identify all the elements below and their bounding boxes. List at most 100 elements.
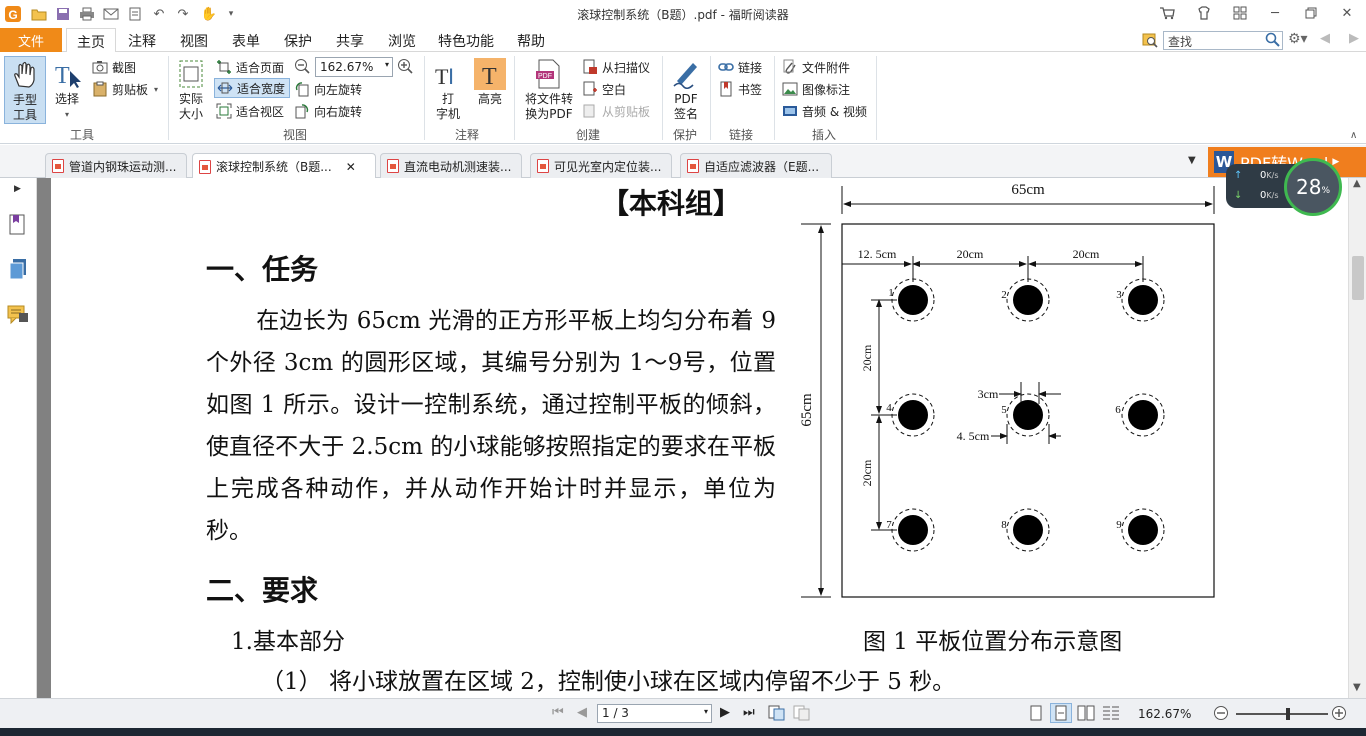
fit-width-button[interactable]: 适合宽度 — [214, 78, 291, 98]
bookmark-panel-icon[interactable] — [8, 214, 28, 239]
document-tab-active[interactable]: 滚球控制系统（B题... ✕ — [192, 153, 376, 179]
skin-icon[interactable] — [1193, 3, 1215, 23]
apps-grid-icon[interactable] — [1229, 3, 1251, 23]
zoom-select[interactable]: 162.67% ▾ — [315, 57, 393, 77]
next-view-icon[interactable] — [793, 705, 811, 724]
rotate-left-button[interactable]: 向左旋转 — [294, 79, 362, 99]
tab-close-icon[interactable]: ✕ — [346, 160, 356, 174]
zoom-slider-thumb[interactable] — [1286, 708, 1290, 720]
hand-tool-button[interactable]: 手型 工具 — [4, 56, 46, 124]
menu-comment[interactable]: 注释 — [128, 31, 156, 51]
menu-form[interactable]: 表单 — [232, 31, 260, 51]
zoom-out-icon[interactable] — [294, 58, 310, 77]
page-number-input[interactable]: 1 / 3 ▾ — [597, 704, 712, 723]
document-tab[interactable]: 管道内钢珠运动测... — [45, 153, 187, 178]
menu-browse[interactable]: 浏览 — [388, 31, 416, 51]
menu-home[interactable]: 主页 — [66, 28, 116, 53]
taskbar-strip — [0, 728, 1366, 736]
pages-panel-icon[interactable] — [8, 258, 28, 283]
document-tab[interactable]: 可见光室内定位装... — [530, 153, 672, 178]
settings-gear-icon[interactable]: ⚙▾ — [1288, 31, 1308, 47]
nav-forward-icon[interactable]: ▶ — [1349, 31, 1359, 46]
page-dropdown-icon[interactable]: ▾ — [704, 707, 708, 716]
highlight-button[interactable]: T 高亮 — [472, 58, 508, 107]
facing-view-icon[interactable] — [1077, 705, 1095, 724]
insert-group-label: 插入 — [812, 128, 837, 142]
clipboard-button[interactable]: 剪贴板 ▾ — [92, 79, 158, 99]
nav-back-icon[interactable]: ◀ — [1320, 31, 1330, 46]
audio-video-button[interactable]: 音频 & 视频 — [782, 101, 867, 121]
section-requirements-title: 二、要求 — [206, 574, 319, 607]
page-number-value: 1 / 3 — [602, 706, 629, 720]
minimize-button[interactable]: ─ — [1264, 3, 1286, 23]
memory-usage-circle[interactable]: 28% — [1284, 158, 1342, 216]
first-page-icon[interactable]: ⏮ — [552, 705, 564, 720]
comments-panel-icon[interactable] — [7, 304, 29, 329]
search-icon[interactable] — [1265, 32, 1281, 51]
blank-page-button[interactable]: 空白 — [582, 79, 626, 99]
zoom-slider[interactable] — [1236, 708, 1328, 720]
network-speed-widget[interactable]: ↑ 0K/s ↓ 0K/s 28% — [1226, 158, 1344, 216]
select-tool-button[interactable]: T 选择 ▾ — [50, 58, 84, 122]
bookmark-button[interactable]: 书签 — [718, 79, 762, 99]
panel-expand-icon[interactable]: ▶ — [14, 184, 21, 194]
region-9: 9 — [1116, 508, 1165, 552]
continuous-facing-view-icon[interactable] — [1102, 705, 1120, 724]
tab-list-dropdown-icon[interactable]: ▼ — [1188, 155, 1196, 166]
search-scope-icon[interactable] — [1142, 32, 1158, 51]
region-number: 4 — [886, 402, 892, 414]
region-6: 6 — [1115, 393, 1165, 437]
scroll-down-icon[interactable]: ▼ — [1353, 682, 1361, 693]
menu-view[interactable]: 视图 — [180, 31, 208, 51]
protect-group-label: 保护 — [673, 128, 698, 142]
next-page-icon[interactable]: ▶ — [720, 705, 730, 720]
menu-protect[interactable]: 保护 — [284, 31, 312, 51]
status-zoom-in-icon[interactable] — [1331, 705, 1347, 724]
status-zoom-out-icon[interactable] — [1213, 705, 1229, 724]
ribbon-collapse-icon[interactable]: ∧ — [1350, 130, 1357, 141]
snapshot-button[interactable]: 截图 — [92, 57, 136, 77]
panel-splitter[interactable] — [37, 178, 51, 698]
previous-view-icon[interactable] — [768, 705, 786, 724]
clipboard-dropdown-icon[interactable]: ▾ — [154, 85, 158, 94]
image-icon — [782, 81, 798, 97]
link-button[interactable]: 链接 — [718, 57, 762, 77]
close-button[interactable]: ✕ — [1336, 3, 1358, 23]
document-tab[interactable]: 直流电动机测速装... — [380, 153, 522, 178]
pdf-file-icon — [537, 159, 549, 173]
last-page-icon[interactable]: ⏭ — [743, 705, 755, 720]
menu-share[interactable]: 共享 — [336, 31, 364, 51]
scroll-up-icon[interactable]: ▲ — [1353, 178, 1361, 189]
vertical-scrollbar[interactable]: ▲ ▼ — [1348, 178, 1366, 698]
fit-visible-button[interactable]: 适合视区 — [216, 101, 284, 121]
file-attachment-button[interactable]: 文件附件 — [782, 57, 850, 77]
scroll-thumb[interactable] — [1352, 256, 1364, 300]
document-tab[interactable]: 自适应滤波器（E题... — [680, 153, 832, 178]
rotate-right-button[interactable]: 向右旋转 — [294, 101, 362, 121]
single-page-view-icon[interactable] — [1028, 705, 1044, 724]
zoom-dropdown-icon[interactable]: ▾ — [385, 60, 389, 69]
pdf-file-icon — [52, 159, 64, 173]
select-dropdown-icon[interactable]: ▾ — [50, 107, 84, 122]
ribbon-separator — [662, 56, 663, 140]
restore-button[interactable] — [1300, 3, 1322, 23]
convert-to-pdf-button[interactable]: PDF 将文件转 换为PDF — [520, 58, 578, 122]
prev-page-icon[interactable]: ◀ — [577, 705, 587, 720]
image-annotation-label: 图像标注 — [802, 82, 851, 97]
cart-icon[interactable] — [1156, 3, 1178, 23]
actual-size-button[interactable]: 实际 大小 — [172, 58, 210, 122]
from-clipboard-label: 从剪贴板 — [602, 104, 651, 119]
fit-page-button[interactable]: 适合页面 — [216, 57, 284, 77]
continuous-view-icon[interactable] — [1050, 703, 1072, 723]
zoom-in-icon[interactable] — [397, 58, 413, 77]
status-zoom-value[interactable]: 162.67% — [1138, 707, 1191, 721]
image-annotation-button[interactable]: 图像标注 — [782, 79, 850, 99]
file-menu-button[interactable]: 文件 — [0, 28, 62, 52]
rotate-right-icon — [294, 103, 310, 119]
menu-help[interactable]: 帮助 — [517, 31, 545, 51]
pdf-sign-button[interactable]: PDF 签名 — [666, 58, 706, 122]
from-scanner-button[interactable]: 从扫描仪 — [582, 57, 650, 77]
menu-features[interactable]: 特色功能 — [438, 31, 494, 51]
from-clipboard-button[interactable]: 从剪贴板 — [582, 101, 650, 121]
typewriter-button[interactable]: TI 打 字机 — [430, 58, 466, 122]
